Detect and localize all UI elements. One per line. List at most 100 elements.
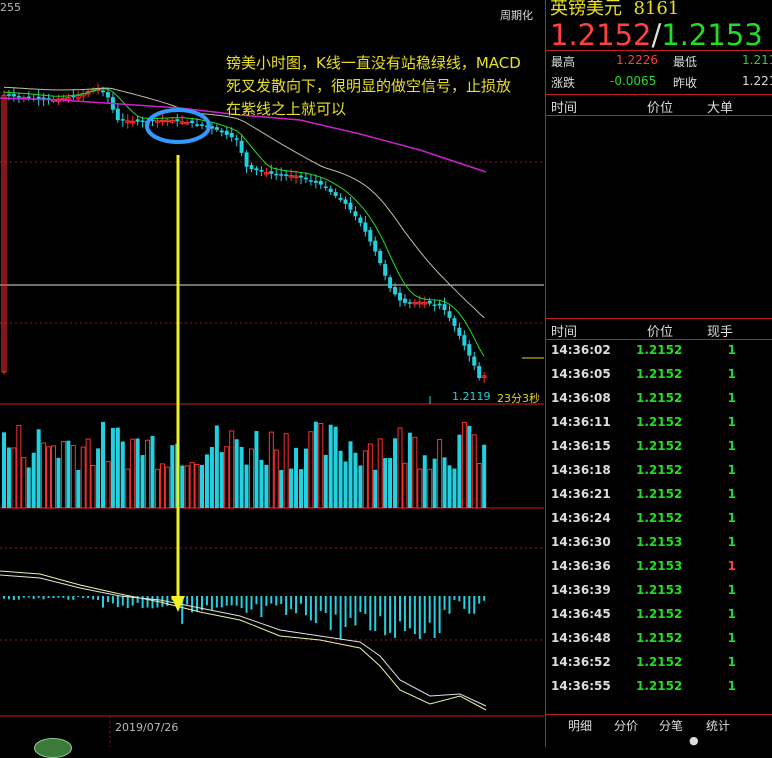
candle-body xyxy=(328,188,333,192)
candle-body xyxy=(407,302,412,304)
kline-chart-area[interactable]: 255 周期化 镑美小时图，K线一直没有站稳绿线，MACD 死叉发散向下，很明显… xyxy=(0,0,544,758)
tab-price-distribution[interactable]: 分价 xyxy=(614,717,638,734)
tick-volume: 1 xyxy=(727,655,736,669)
volume-bar xyxy=(145,439,151,509)
tick-volume: 1 xyxy=(727,487,736,501)
tick-row[interactable]: 14:36:52 1.2152 1 xyxy=(546,651,772,675)
bid-ask-quote: 1.2152/1.2153 xyxy=(550,18,763,52)
volume-bar xyxy=(154,468,160,509)
tick-time: 14:36:11 xyxy=(551,415,611,429)
instrument-name: 英镑美元 xyxy=(550,0,622,19)
volume-bar xyxy=(6,447,11,508)
volume-bar xyxy=(264,464,269,508)
candle-body xyxy=(427,300,432,304)
volume-bar xyxy=(377,438,383,509)
tab-detail[interactable]: 明细 xyxy=(568,717,592,734)
volume-bar xyxy=(461,422,467,509)
volume-bar xyxy=(31,452,36,508)
taskbar-icon[interactable] xyxy=(34,738,72,758)
tick-volume: 1 xyxy=(727,439,736,453)
tick-volume: 1 xyxy=(727,415,736,429)
candle-body xyxy=(224,130,229,135)
volume-bar xyxy=(159,463,165,509)
candle-body xyxy=(11,94,16,97)
volume-bar xyxy=(362,450,368,509)
candle-body xyxy=(16,96,21,98)
volume-bar xyxy=(150,435,155,508)
volume-bar xyxy=(482,444,487,508)
candle-body xyxy=(195,124,200,126)
volume-bar xyxy=(184,465,190,509)
big-orders-col-size: 大单 xyxy=(707,101,734,116)
candle-body xyxy=(140,120,145,123)
candle-body xyxy=(437,303,442,306)
tick-row[interactable]: 14:36:05 1.2152 1 xyxy=(546,363,772,387)
volume-bar xyxy=(447,465,452,508)
tick-row[interactable]: 14:36:18 1.2152 1 xyxy=(546,459,772,483)
volume-bar xyxy=(367,443,373,509)
volume-bar xyxy=(105,461,111,509)
volume-bars xyxy=(2,421,487,509)
tick-time: 14:36:52 xyxy=(551,655,611,669)
high-value: 1.2226 xyxy=(616,53,658,67)
quote-side-panel: 英镑美元 8161 1.2152/1.2153 最高 1.2226 最低 1.2… xyxy=(545,0,772,747)
tick-volume: 1 xyxy=(727,583,736,597)
volume-bar xyxy=(229,430,235,509)
ask-price: 1.2153 xyxy=(661,18,763,52)
big-orders-col-price: 价位 xyxy=(647,101,674,116)
candle-body xyxy=(467,344,472,356)
tick-row[interactable]: 14:36:21 1.2152 1 xyxy=(546,483,772,507)
tick-row[interactable]: 14:36:30 1.2153 1 xyxy=(546,531,772,555)
tick-row[interactable]: 14:36:11 1.2152 1 xyxy=(546,411,772,435)
tick-row[interactable]: 14:36:24 1.2152 1 xyxy=(546,507,772,531)
candle-body xyxy=(462,335,467,346)
tab-tick-by-tick[interactable]: 分笔 xyxy=(659,717,683,734)
tick-volume: 1 xyxy=(727,535,736,549)
candle-body xyxy=(348,202,353,210)
tick-price: 1.2152 xyxy=(636,343,683,357)
volume-bar xyxy=(66,440,71,508)
candle-body xyxy=(338,197,343,200)
volume-bar xyxy=(402,462,408,509)
period-button[interactable]: 周期化 xyxy=(500,7,533,23)
candle-body xyxy=(442,304,447,311)
volume-bar xyxy=(358,465,363,508)
tick-row[interactable]: 14:36:39 1.2153 1 xyxy=(546,579,772,603)
volume-bar xyxy=(303,448,308,508)
candle-body xyxy=(343,199,348,204)
tick-volume: 1 xyxy=(727,463,736,477)
tick-row[interactable]: 14:36:15 1.2152 1 xyxy=(546,435,772,459)
tick-row[interactable]: 14:36:48 1.2152 1 xyxy=(546,627,772,651)
volume-bar xyxy=(437,438,443,509)
volume-bar xyxy=(383,457,388,508)
volume-bar xyxy=(313,421,318,508)
bid-price: 1.2152 xyxy=(550,18,652,52)
volume-bar xyxy=(308,431,314,509)
prev-close-label: 昨收 xyxy=(673,76,698,90)
volume-bar xyxy=(417,468,423,509)
volume-bar xyxy=(70,444,76,509)
volume-bar xyxy=(427,468,433,509)
macd-dea-line xyxy=(0,574,487,707)
bid-ask-separator: / xyxy=(651,18,662,52)
candle-body xyxy=(383,264,388,276)
tick-row[interactable]: 14:36:02 1.2152 1 xyxy=(546,339,772,363)
tick-row[interactable]: 14:36:45 1.2152 1 xyxy=(546,603,772,627)
tick-price: 1.2152 xyxy=(636,487,683,501)
tick-time: 14:36:21 xyxy=(551,487,611,501)
tab-statistics[interactable]: 统计 xyxy=(706,717,730,734)
candle-body xyxy=(200,124,204,126)
big-orders-header: 时间 价位 大单 xyxy=(546,94,772,116)
tick-time: 14:36:48 xyxy=(551,631,611,645)
volume-bar xyxy=(164,466,170,509)
volume-bar xyxy=(254,430,259,508)
tick-volume: 1 xyxy=(727,367,736,381)
tick-volume: 1 xyxy=(727,631,736,645)
tick-row[interactable]: 14:36:08 1.2152 1 xyxy=(546,387,772,411)
volume-bar xyxy=(457,434,462,508)
volume-bar xyxy=(130,438,136,509)
tick-row[interactable]: 14:36:36 1.2153 1 xyxy=(546,555,772,579)
volume-bar xyxy=(432,458,437,508)
instrument-code: 8161 xyxy=(633,0,680,19)
tick-row[interactable]: 14:36:55 1.2152 1 xyxy=(546,675,772,699)
